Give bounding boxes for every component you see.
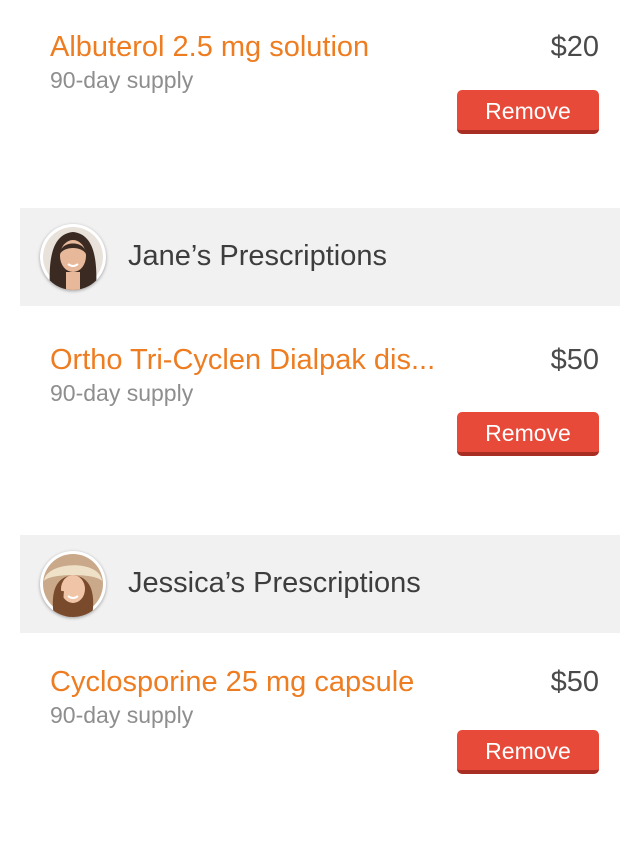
jessica-avatar-icon (43, 554, 103, 617)
section-title: Jane’s Prescriptions (128, 240, 387, 272)
supply-label: 90-day supply (50, 380, 194, 406)
supply-label: 90-day supply (50, 67, 194, 93)
remove-button[interactable]: Remove (457, 730, 599, 774)
remove-button[interactable]: Remove (457, 412, 599, 456)
drug-name[interactable]: Cyclosporine 25 mg capsule (50, 665, 490, 699)
price: $50 (550, 344, 599, 376)
prescription-item: Albuterol 2.5 mg solution 90-day supply … (0, 30, 640, 150)
section-title: Jessica’s Prescriptions (128, 567, 421, 599)
price: $50 (550, 666, 599, 698)
section-header-jane: Jane’s Prescriptions (20, 208, 620, 306)
prescription-item: Cyclosporine 25 mg capsule 90-day supply… (0, 665, 640, 785)
section-header-jessica: Jessica’s Prescriptions (20, 535, 620, 633)
remove-button[interactable]: Remove (457, 90, 599, 134)
prescription-item: Ortho Tri-Cyclen Dialpak dis... 90-day s… (0, 343, 640, 463)
price: $20 (550, 31, 599, 63)
jane-avatar-icon (43, 227, 103, 290)
avatar (40, 551, 106, 617)
supply-label: 90-day supply (50, 702, 194, 728)
drug-name[interactable]: Albuterol 2.5 mg solution (50, 30, 490, 64)
drug-name[interactable]: Ortho Tri-Cyclen Dialpak dis... (50, 343, 490, 377)
avatar (40, 224, 106, 290)
